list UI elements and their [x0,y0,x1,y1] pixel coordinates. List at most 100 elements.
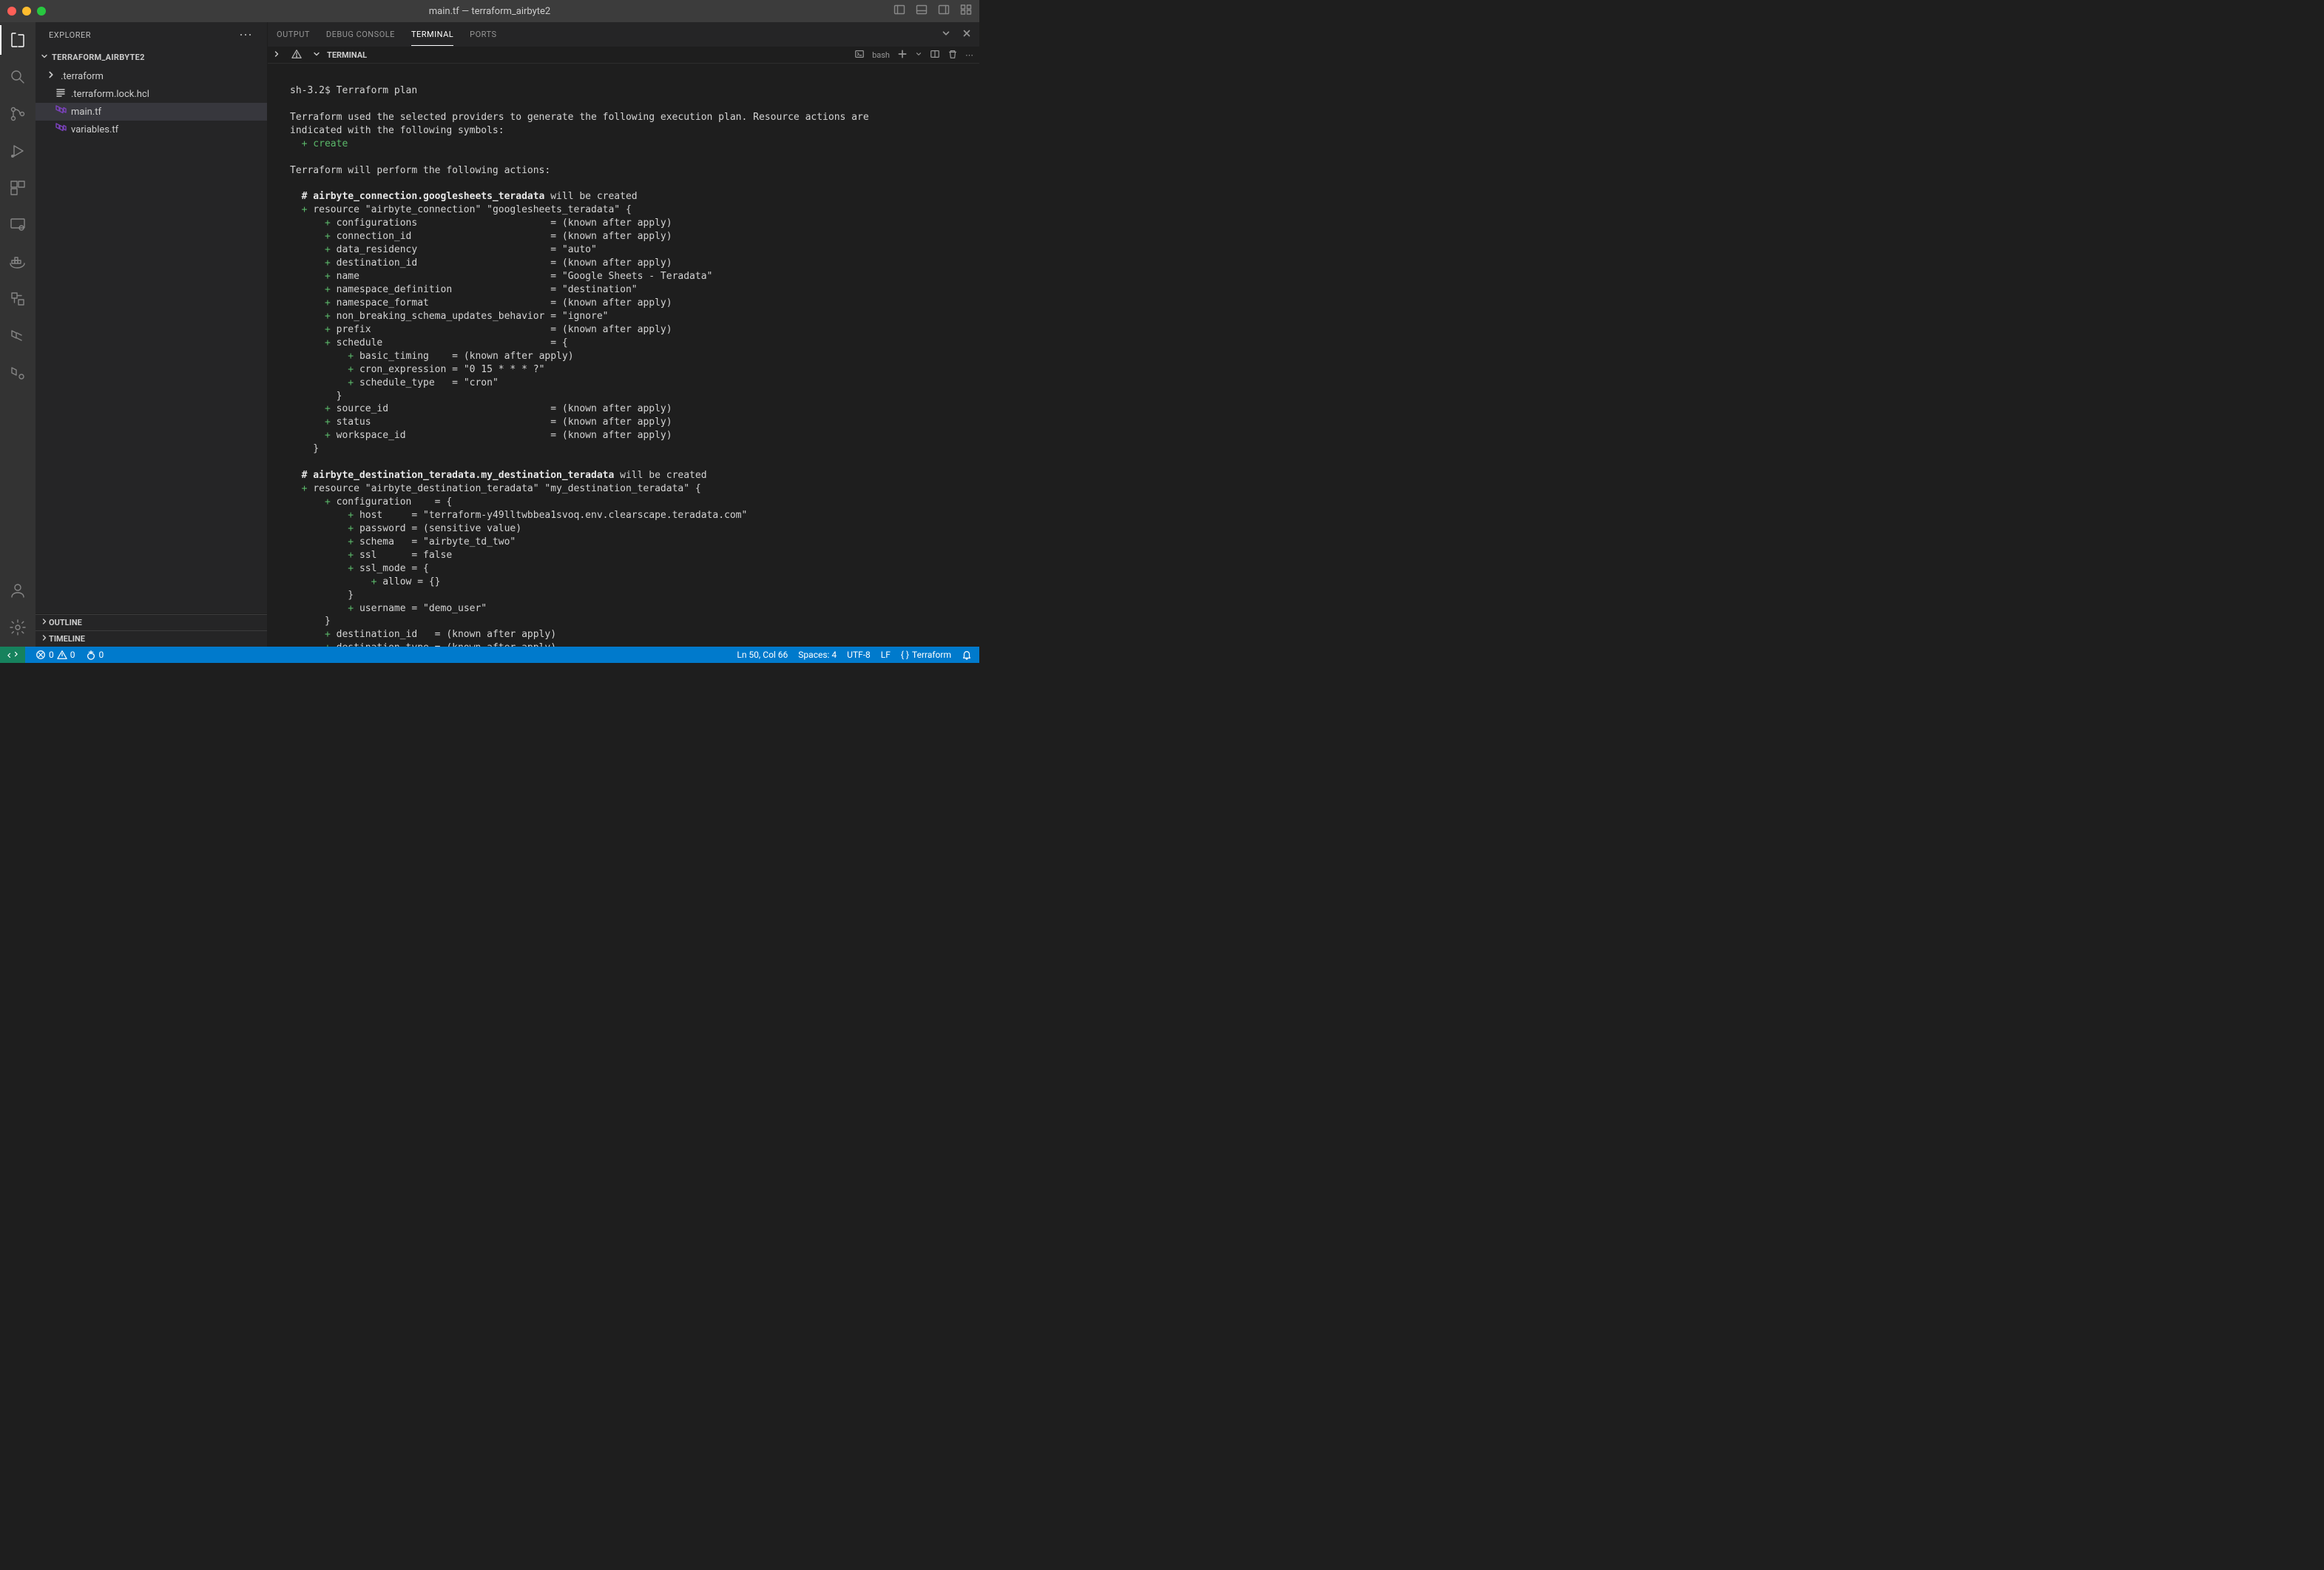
customize-layout-icon[interactable] [960,4,972,18]
plus-icon: + [325,257,331,269]
terminal-line: destination_type = (known after apply) [337,642,556,647]
terminal-line: + create [290,138,348,149]
status-ports[interactable]: 0 [86,650,104,660]
activity-docker-icon[interactable] [0,250,36,274]
activity-settings-icon[interactable] [0,616,36,639]
activity-debug-icon[interactable] [0,139,36,163]
terraform-file-icon [55,122,67,137]
tree-file-lock-hcl[interactable]: .terraform.lock.hcl [36,85,267,103]
terminal-text: will be created [544,191,637,202]
terminal-shell-icon [854,49,865,61]
activity-remote-explorer-icon[interactable] [0,213,36,237]
terminal-line: name = "Google Sheets - Teradata" [337,271,713,282]
sidebar-more-icon[interactable]: ⋯ [239,27,254,43]
activity-extensions-icon[interactable] [0,176,36,200]
traffic-lights [7,7,46,16]
terminal-line: configurations = (known after apply) [337,218,672,229]
warnings-count: 0 [70,650,75,660]
toggle-panel-icon[interactable] [916,4,928,18]
activity-extra1-icon[interactable] [0,287,36,311]
status-spaces[interactable]: Spaces: 4 [798,650,837,660]
errors-count: 0 [49,650,54,660]
timeline-section[interactable]: TIMELINE [36,630,267,647]
terminal-line: source_id = (known after apply) [337,403,672,414]
warning-icon[interactable] [291,49,302,61]
tree-file-main-tf[interactable]: main.tf [36,103,267,121]
panel-close-icon[interactable] [962,28,972,41]
close-window-button[interactable] [7,7,16,16]
tree-item-label: variables.tf [71,124,118,135]
tab-output[interactable]: OUTPUT [277,24,310,45]
terminal-line: sh-3.2$ Terraform plan [290,85,417,96]
window-title: main.tf — terraform_airbyte2 [429,6,550,17]
terminal-line: schema = "airbyte_td_two" [359,536,516,548]
terminal-line: allow = {} [382,576,440,587]
plus-icon: + [325,218,331,229]
outline-label: OUTLINE [49,618,82,627]
activity-search-icon[interactable] [0,65,36,89]
folder-section-header[interactable]: TERRAFORM_AIRBYTE2 [36,48,267,66]
terminal-collapse-icon[interactable] [312,50,321,61]
terminal-line: username = "demo_user" [359,603,487,614]
activity-scm-icon[interactable] [0,102,36,126]
activity-explorer-icon[interactable] [0,28,36,52]
terminal-line: } [290,590,354,601]
terminal-more-icon[interactable]: ⋯ [965,50,975,60]
toggle-secondary-sidebar-icon[interactable] [938,4,950,18]
plus-icon: + [325,324,331,335]
status-problems[interactable]: 0 0 [36,650,75,660]
titlebar-layout-icons [894,4,972,18]
tab-terminal[interactable]: TERMINAL [411,24,453,46]
tree-folder-terraform[interactable]: .terraform [36,67,267,85]
plus-icon: + [325,629,331,640]
tab-debug-console[interactable]: DEBUG CONSOLE [326,24,395,45]
terminal-text: will be created [614,470,706,481]
tree-item-label: main.tf [71,107,101,118]
breadcrumb-chevron-right-icon[interactable] [272,50,281,61]
remote-button[interactable] [0,647,25,663]
outline-section[interactable]: OUTLINE [36,614,267,630]
braces-icon: { } [901,650,909,660]
panel-chevron-down-icon[interactable] [941,28,951,41]
activity-extra2-icon[interactable] [0,361,36,385]
titlebar: main.tf — terraform_airbyte2 [0,0,979,22]
toggle-primary-sidebar-icon[interactable] [894,4,905,18]
terminal-line: workspace_id = (known after apply) [337,430,672,441]
terminal-line: resource "airbyte_destination_teradata" … [313,483,700,494]
plus-icon: + [348,364,354,375]
split-terminal-icon[interactable] [930,49,940,61]
terminal-dropdown-icon[interactable] [915,50,922,60]
terminal-line: Terraform will perform the following act… [290,165,550,176]
terminal-line: namespace_format = (known after apply) [337,297,672,309]
plus-icon: + [348,377,354,388]
plus-icon: + [371,576,377,587]
status-eol[interactable]: LF [881,650,891,660]
plus-icon: + [325,430,331,441]
sidebar-header: EXPLORER ⋯ [36,22,267,48]
tab-ports[interactable]: PORTS [470,24,496,45]
plus-icon: + [348,603,354,614]
minimize-window-button[interactable] [22,7,31,16]
plus-icon: + [325,337,331,348]
plus-icon: + [325,642,331,647]
maximize-window-button[interactable] [37,7,46,16]
status-notifications-icon[interactable] [962,650,972,660]
status-cursor[interactable]: Ln 50, Col 66 [737,650,788,660]
activity-accounts-icon[interactable] [0,579,36,602]
file-text-icon [55,87,67,101]
plus-icon: + [348,550,354,561]
status-encoding[interactable]: UTF-8 [847,650,871,660]
plus-icon: + [348,510,354,521]
tree-file-variables-tf[interactable]: variables.tf [36,121,267,138]
new-terminal-icon[interactable] [897,49,908,61]
activity-terraform-icon[interactable] [0,324,36,348]
status-bar: 0 0 0 Ln 50, Col 66 Spaces: 4 UTF-8 LF {… [0,647,979,663]
terminal-line: prefix = (known after apply) [337,324,672,335]
chevron-right-icon [40,633,49,644]
terminal-output[interactable]: sh-3.2$ Terraform plan Terraform used th… [268,64,979,647]
terraform-file-icon [55,104,67,119]
chevron-right-icon [46,70,56,83]
terminal-shell-name[interactable]: bash [872,50,890,60]
status-language[interactable]: { } Terraform [901,650,951,660]
kill-terminal-icon[interactable] [947,49,958,61]
